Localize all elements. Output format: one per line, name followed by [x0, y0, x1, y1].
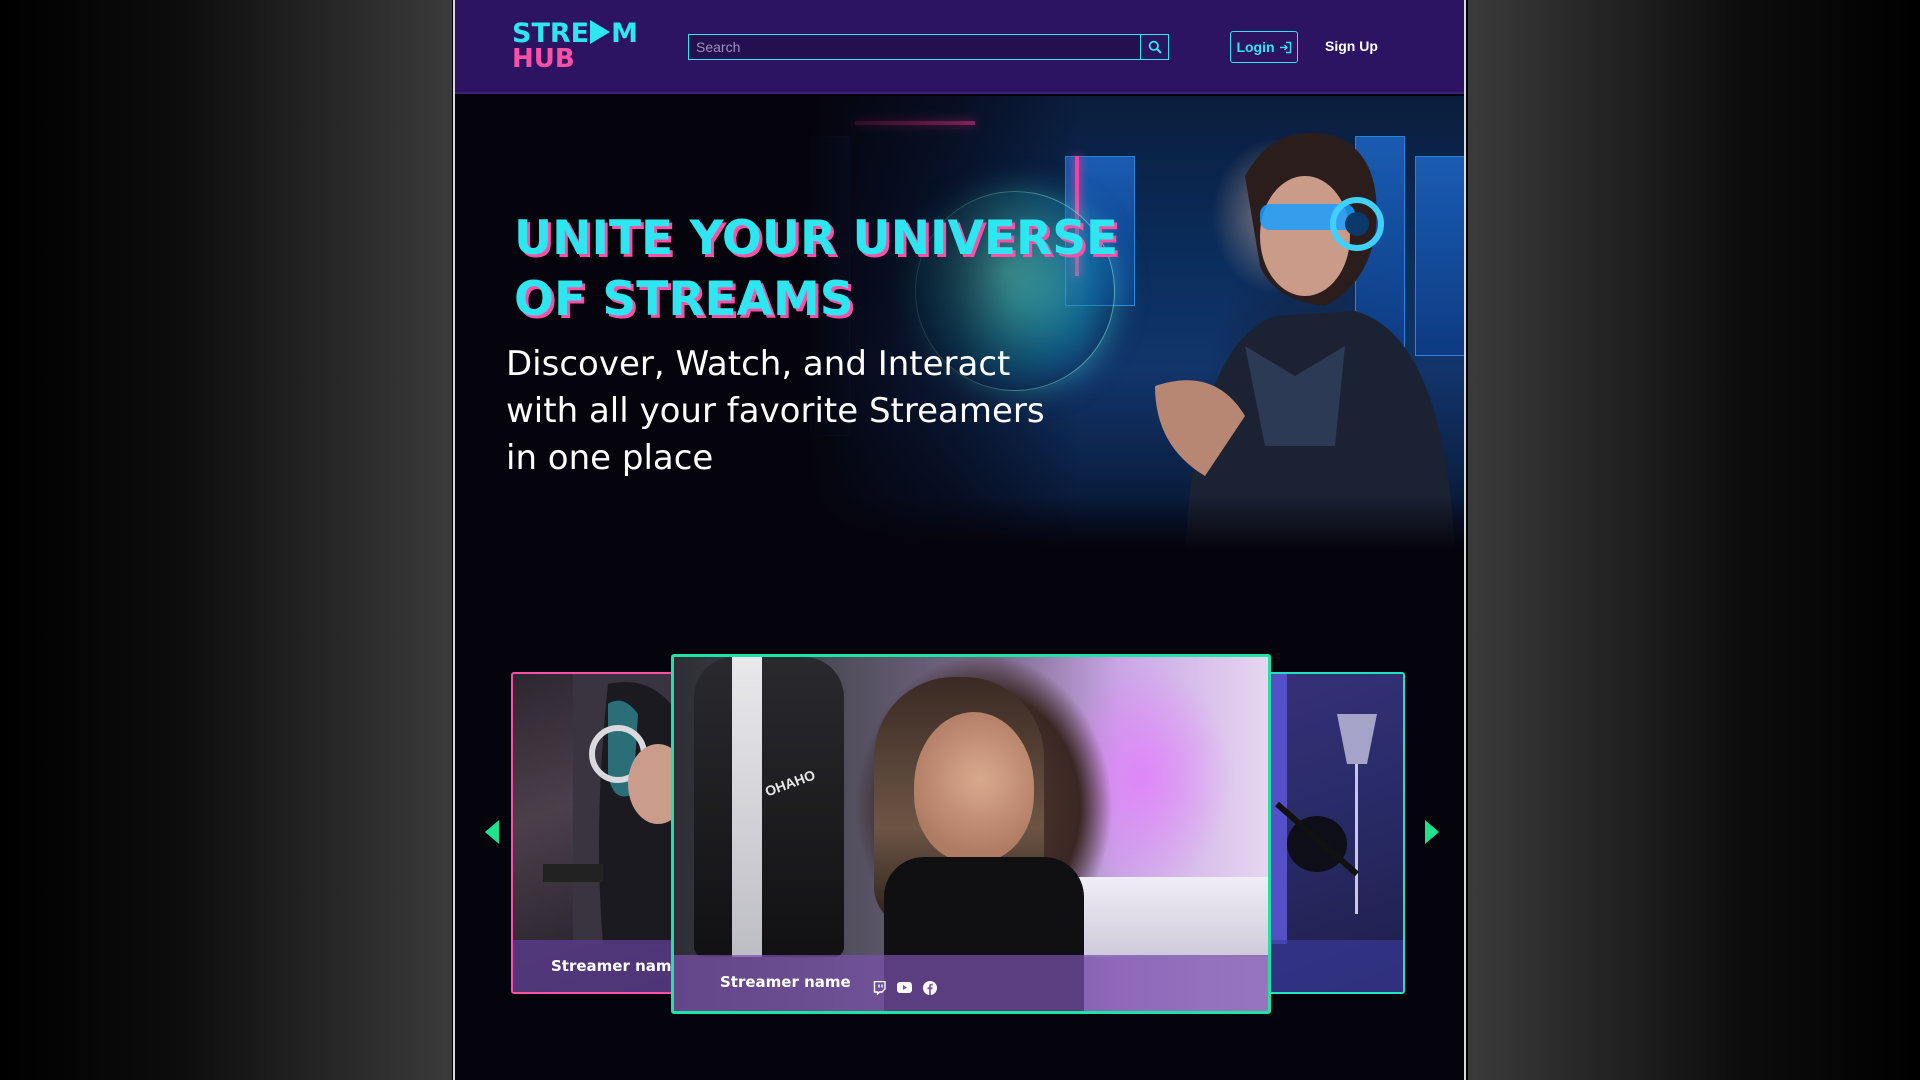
logo-line2: HUB — [512, 44, 575, 74]
backdrop-right — [1468, 0, 1920, 1080]
facebook-icon[interactable] — [921, 979, 938, 996]
login-label: Login — [1236, 39, 1275, 55]
hero-subtitle-line1: Discover, Watch, and Interact — [506, 344, 1011, 384]
hero-subtitle-line3: in one place — [506, 438, 714, 478]
logo-line1: STRE M — [512, 20, 638, 47]
site-header: STREM HUB Login Sign Up — [455, 0, 1464, 94]
logo-text-b: M — [611, 18, 638, 49]
signup-link[interactable]: Sign Up — [1325, 38, 1378, 54]
hero-title-line1: UNITE YOUR UNIVERSE — [514, 211, 1119, 266]
streamer-name: Streamer nam — [551, 957, 672, 975]
backdrop-left — [0, 0, 452, 1080]
carousel-next-arrow-icon[interactable] — [1425, 820, 1439, 844]
hero-title-line2: OF STREAMS — [514, 272, 854, 327]
featured-streamer-card[interactable]: OHAHO Streamer name — [671, 654, 1271, 1014]
streamer-name: Streamer name — [720, 973, 851, 991]
hero-section: UNITE YOUR UNIVERSE OF STREAMS Discover,… — [455, 96, 1464, 551]
face — [914, 712, 1034, 862]
streamer-photo — [1257, 674, 1377, 944]
carousel-prev-arrow-icon[interactable] — [485, 820, 499, 844]
streamer-card[interactable]: Streamer nam — [511, 672, 681, 994]
card-caption: Streamer nam — [513, 940, 679, 992]
twitch-icon[interactable] — [871, 979, 888, 996]
card-caption — [1257, 940, 1403, 992]
social-links — [871, 979, 938, 996]
logo[interactable]: STRE M HUB — [512, 20, 638, 74]
hero-subtitle: Discover, Watch, and Interact with all y… — [506, 341, 1126, 482]
hero-title: UNITE YOUR UNIVERSE OF STREAMS — [514, 208, 1154, 330]
page-frame: STREM HUB Login Sign Up — [453, 0, 1466, 1080]
login-icon — [1279, 41, 1291, 53]
streamer-card[interactable] — [1255, 672, 1405, 994]
youtube-icon[interactable] — [896, 979, 913, 996]
search-icon — [1148, 40, 1162, 54]
search-button[interactable] — [1140, 35, 1168, 59]
search-bar — [688, 34, 1169, 60]
login-button[interactable]: Login — [1230, 31, 1298, 63]
hero-subtitle-line2: with all your favorite Streamers — [506, 391, 1045, 431]
chair-brand-label: OHAHO — [762, 766, 818, 800]
streamer-carousel: Streamer nam OHAHO Streamer name — [455, 640, 1464, 1020]
streamer-photo — [543, 674, 679, 944]
search-input[interactable] — [689, 35, 1140, 59]
play-icon — [590, 20, 611, 44]
card-caption: Streamer name — [674, 955, 1268, 1011]
gaming-chair: OHAHO — [694, 657, 844, 957]
